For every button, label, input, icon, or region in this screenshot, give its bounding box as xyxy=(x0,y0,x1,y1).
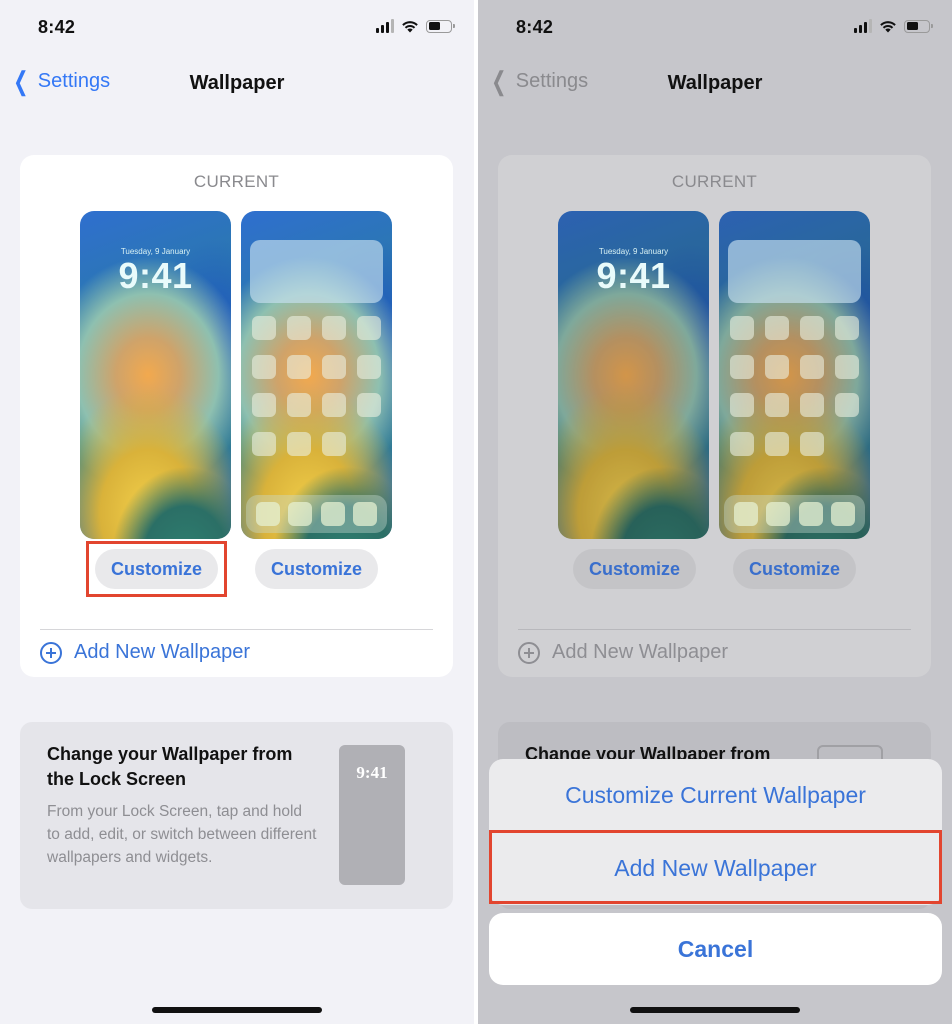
dock xyxy=(724,495,865,533)
home-screen-preview xyxy=(719,211,870,539)
dock-icon xyxy=(288,502,313,526)
lock-preview-time: 9:41 xyxy=(596,255,671,296)
tip-title: Change your Wallpaper from the Lock Scre… xyxy=(47,744,293,789)
add-new-wallpaper-label: Add New Wallpaper xyxy=(74,641,251,663)
navigation-bar: ❮ Settings Wallpaper xyxy=(0,60,474,106)
app-icon xyxy=(730,354,754,379)
home-screen-preview[interactable] xyxy=(241,211,392,539)
lock-screen-tip-card: Change your Wallpaper from the Lock Scre… xyxy=(20,722,453,909)
app-icon xyxy=(322,316,346,340)
current-wallpaper-card: CURRENT Tuesday, 9 January 9:41 Customiz… xyxy=(20,155,453,677)
customize-lock-screen-button: Customize xyxy=(573,549,696,589)
app-icon xyxy=(287,316,311,340)
customize-home-screen-button: Customize xyxy=(733,549,856,589)
section-label-current: CURRENT xyxy=(193,172,280,191)
wifi-icon xyxy=(402,21,418,33)
screen-wallpaper-settings: 8:42 ❮ Settings Wallpaper CURRENT Tuesda… xyxy=(0,0,474,1024)
app-icon xyxy=(730,316,754,340)
dock-icon xyxy=(256,502,281,526)
navigation-bar: ❮ Settings Wallpaper xyxy=(478,60,952,106)
page-title: Wallpaper xyxy=(189,72,285,94)
battery-icon xyxy=(426,19,455,33)
dock-icon xyxy=(830,502,855,526)
app-icon xyxy=(252,316,276,340)
dock-icon xyxy=(766,502,791,526)
app-icon xyxy=(322,393,346,417)
dock-icon xyxy=(352,502,377,526)
add-new-wallpaper-option[interactable]: Add New Wallpaper xyxy=(489,832,942,904)
status-time: 8:42 xyxy=(516,17,554,37)
status-bar: 8:42 xyxy=(0,0,474,56)
app-icon xyxy=(287,354,311,379)
app-icon xyxy=(322,354,346,379)
lock-screen-illustration: 9:41 xyxy=(339,745,405,885)
app-icon-grid xyxy=(252,316,381,456)
status-bar: 8:42 xyxy=(478,0,952,56)
app-icon xyxy=(252,393,276,417)
add-new-wallpaper-button: Add New Wallpaper xyxy=(518,641,728,664)
screen-wallpaper-action-sheet: 8:42 ❮ Settings Wallpaper CURRENT Tuesda… xyxy=(478,0,952,1024)
illustration-time: 9:41 xyxy=(356,763,388,782)
app-icon-grid xyxy=(730,316,859,456)
add-new-wallpaper-label: Add New Wallpaper xyxy=(552,641,729,663)
app-icon xyxy=(835,316,859,340)
app-icon xyxy=(835,354,859,379)
cellular-signal-icon xyxy=(853,19,872,33)
lock-screen-preview: Tuesday, 9 January 9:41 xyxy=(558,211,709,539)
status-time: 8:42 xyxy=(38,17,76,37)
tip-body: From your Lock Screen, tap and hold to a… xyxy=(47,803,317,866)
page-title: Wallpaper xyxy=(667,72,763,94)
app-icon xyxy=(765,431,789,456)
plus-circle-icon xyxy=(518,641,540,664)
app-icon xyxy=(765,316,789,340)
widget-placeholder xyxy=(250,240,383,303)
widget-placeholder xyxy=(728,240,861,303)
app-icon xyxy=(800,354,824,379)
battery-icon xyxy=(904,19,933,33)
customize-current-wallpaper-option[interactable]: Customize Current Wallpaper xyxy=(489,759,942,831)
app-icon xyxy=(357,354,381,379)
current-wallpaper-card: CURRENT Tuesday, 9 January 9:41 Customiz… xyxy=(498,155,931,677)
app-icon xyxy=(252,354,276,379)
home-indicator[interactable] xyxy=(152,1007,322,1013)
app-icon xyxy=(835,393,859,417)
lock-preview-time: 9:41 xyxy=(118,255,193,296)
dock xyxy=(246,495,387,533)
dock-icon xyxy=(320,502,345,526)
app-icon xyxy=(252,431,276,456)
app-icon xyxy=(800,393,824,417)
app-icon xyxy=(800,316,824,340)
cellular-signal-icon xyxy=(375,19,394,33)
app-icon xyxy=(765,354,789,379)
app-icon xyxy=(322,431,346,456)
customize-lock-screen-button[interactable]: Customize xyxy=(95,549,218,589)
add-new-wallpaper-button[interactable]: Add New Wallpaper xyxy=(40,641,250,664)
wifi-icon xyxy=(880,21,896,33)
plus-circle-icon xyxy=(40,641,62,664)
section-label-current: CURRENT xyxy=(671,172,758,191)
app-icon xyxy=(287,431,311,456)
dock-icon xyxy=(734,502,759,526)
app-icon xyxy=(357,393,381,417)
app-icon xyxy=(730,393,754,417)
divider xyxy=(40,629,433,630)
app-icon xyxy=(730,431,754,456)
customize-home-screen-button[interactable]: Customize xyxy=(255,549,378,589)
app-icon xyxy=(765,393,789,417)
cancel-button[interactable]: Cancel xyxy=(489,913,942,985)
app-icon xyxy=(357,316,381,340)
action-sheet: Customize Current Wallpaper Add New Wall… xyxy=(489,759,942,905)
divider xyxy=(518,629,911,630)
home-indicator[interactable] xyxy=(630,1007,800,1013)
lock-screen-preview[interactable]: Tuesday, 9 January 9:41 xyxy=(80,211,231,539)
dock-icon xyxy=(798,502,823,526)
app-icon xyxy=(800,431,824,456)
app-icon xyxy=(287,393,311,417)
